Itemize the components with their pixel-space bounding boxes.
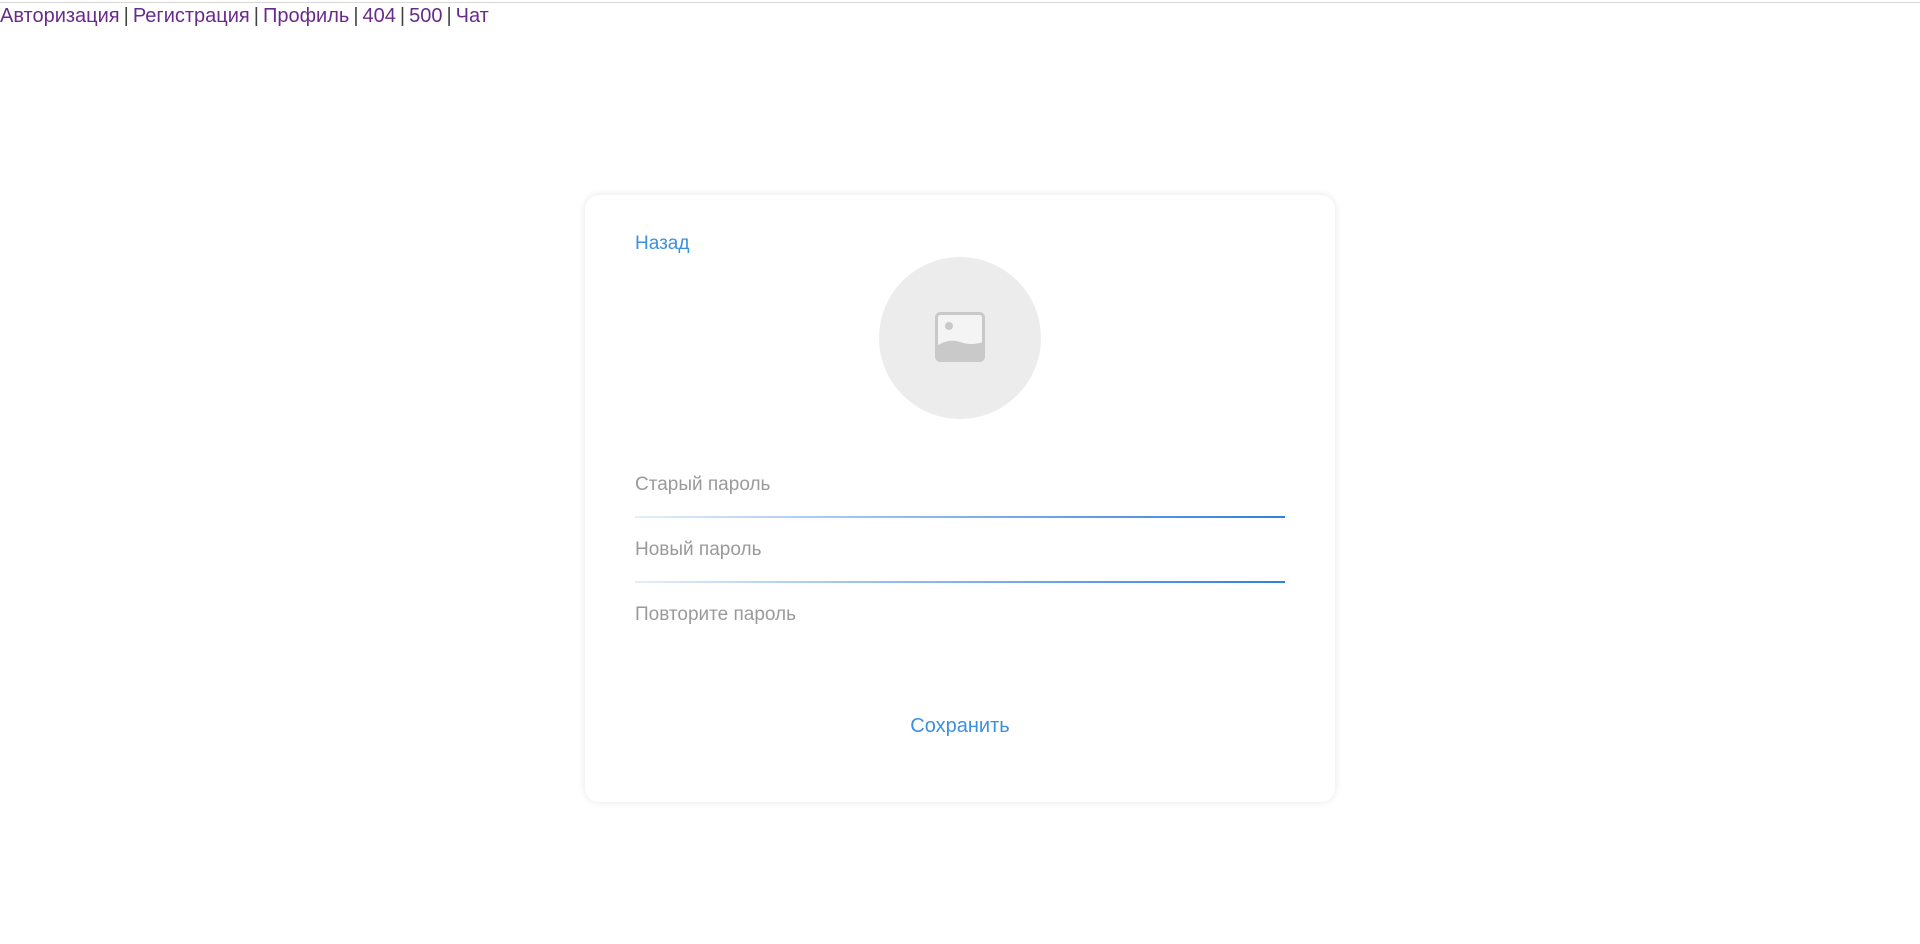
- old-password-field: [635, 463, 1285, 523]
- avatar[interactable]: [879, 257, 1041, 419]
- nav-link-register[interactable]: Регистрация: [133, 5, 250, 27]
- old-password-input[interactable]: [635, 463, 1285, 507]
- back-link[interactable]: Назад: [635, 233, 689, 255]
- top-divider: [0, 2, 1920, 3]
- new-password-field: [635, 528, 1285, 588]
- nav-separator: |: [446, 5, 452, 27]
- image-placeholder-icon: [935, 312, 985, 362]
- nav-separator: |: [353, 5, 359, 27]
- nav-separator: |: [123, 5, 129, 27]
- nav-link-profile[interactable]: Профиль: [263, 5, 349, 27]
- nav-link-login[interactable]: Авторизация: [0, 5, 120, 27]
- field-underline: [635, 581, 1285, 583]
- repeat-password-input[interactable]: [635, 593, 1285, 637]
- nav-separator: |: [399, 5, 406, 27]
- nav-link-chat[interactable]: Чат: [456, 5, 489, 27]
- new-password-input[interactable]: [635, 528, 1285, 572]
- field-underline: [635, 516, 1285, 518]
- repeat-password-field: [635, 593, 1285, 653]
- save-button[interactable]: Сохранить: [585, 715, 1335, 738]
- nav-link-500[interactable]: 500: [409, 5, 442, 27]
- nav-separator: |: [253, 5, 259, 27]
- top-navigation: Авторизация | Регистрация | Профиль | 404 | 500 |…: [0, 4, 489, 28]
- change-password-card: Назад Сохранить: [585, 195, 1335, 802]
- nav-link-404[interactable]: 404: [363, 5, 396, 27]
